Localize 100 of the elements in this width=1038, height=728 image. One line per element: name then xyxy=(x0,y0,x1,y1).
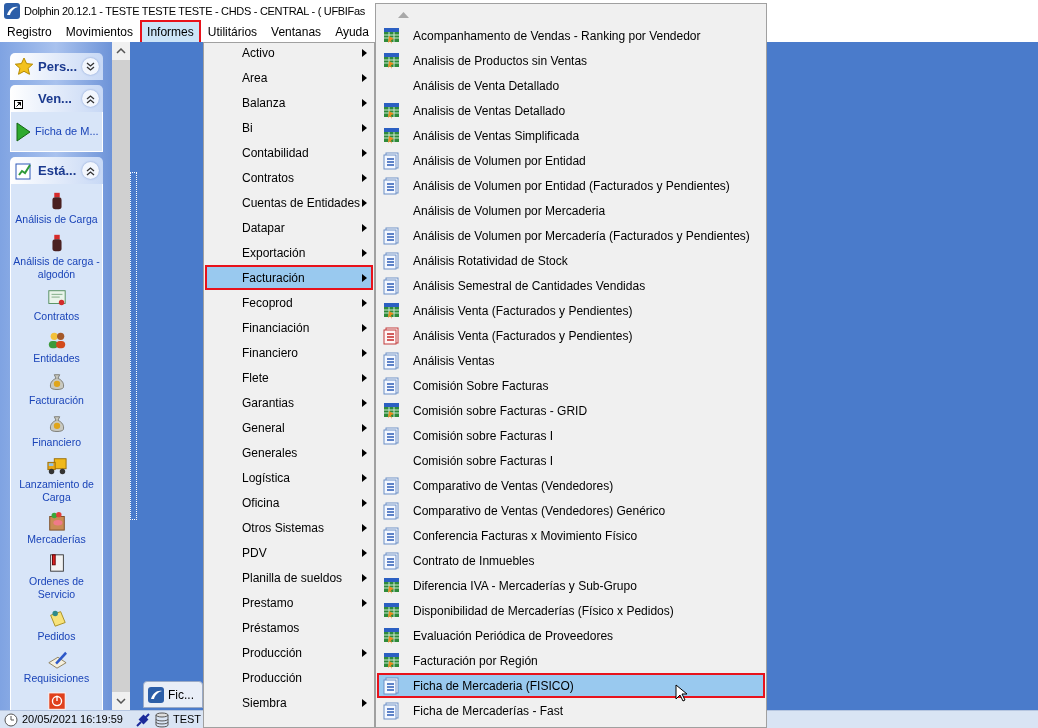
menu-item[interactable]: Registro xyxy=(0,20,59,44)
menu-item[interactable]: Activo xyxy=(205,43,373,65)
menu-item[interactable]: Contrato de Inmuebles xyxy=(377,548,765,573)
menu-item[interactable]: PDV xyxy=(205,540,373,565)
menu-item[interactable]: General xyxy=(205,415,373,440)
menu-item[interactable]: Prestamo xyxy=(205,590,373,615)
menu-item[interactable]: Facturación por Región xyxy=(377,648,765,673)
shortcut-link[interactable]: Ordenes de Servicio xyxy=(11,575,102,601)
submenu-arrow-icon xyxy=(362,473,367,482)
taskbar-button[interactable]: Fic... xyxy=(143,681,203,708)
menu-item[interactable]: Comisión Sobre Facturas xyxy=(377,373,765,398)
submenu-arrow-icon xyxy=(362,598,367,607)
splitter-handle[interactable] xyxy=(130,172,137,520)
shortcut-link[interactable]: Financiero xyxy=(11,436,102,449)
menu-item[interactable]: Analisis de Productos sin Ventas xyxy=(377,48,765,73)
menu-item[interactable]: Comisión sobre Facturas - GRID xyxy=(377,398,765,423)
menu-item[interactable]: Flete xyxy=(205,365,373,390)
menu-item[interactable]: Comparativo de Ventas (Vendedores) xyxy=(377,473,765,498)
menu-item[interactable]: Préstamos xyxy=(205,615,373,640)
menu-item[interactable]: Análisis Semestral de Cantidades Vendidas xyxy=(377,273,765,298)
menu-item[interactable]: Comisión sobre Facturas I xyxy=(377,448,765,473)
panel-header[interactable]: Está... xyxy=(10,157,103,184)
panel-header[interactable]: Pers... xyxy=(10,53,103,80)
shortcut-link[interactable]: Contratos xyxy=(11,310,102,323)
menu-item[interactable]: Siembra xyxy=(205,690,373,715)
report-icon xyxy=(383,151,401,170)
menu-item[interactable]: Generales xyxy=(205,440,373,465)
shortcut-link[interactable]: Facturación xyxy=(11,394,102,407)
grid-report-icon xyxy=(383,51,401,70)
shortcut-link[interactable]: Análisis de carga - algodón xyxy=(11,255,102,281)
menu-item[interactable]: Oficina xyxy=(205,490,373,515)
status-datetime: 20/05/2021 16:19:59 xyxy=(22,712,123,728)
grid-report-icon xyxy=(383,651,401,670)
menu-item[interactable]: Análisis de Volumen por Entidad (Facturados y Pendientes) xyxy=(377,173,765,198)
menu-item[interactable]: Bi xyxy=(205,115,373,140)
menu-item[interactable]: Fecoprod xyxy=(205,290,373,315)
shortcut-link[interactable]: Pedidos xyxy=(11,630,102,643)
menu-item[interactable]: Area xyxy=(205,65,373,90)
menu-item[interactable]: Ayuda xyxy=(328,20,376,44)
menu-item[interactable]: Diferencia IVA - Mercaderías y Sub-Grupo xyxy=(377,573,765,598)
menu-item[interactable]: Financiero xyxy=(205,340,373,365)
scrollbar[interactable] xyxy=(112,42,130,710)
window-title: Dolphin 20.12.1 - TESTE TESTE TESTE - CHDS - CENTRAL - ( UFBIFas xyxy=(24,3,366,19)
shortcut-link[interactable]: Mercaderías xyxy=(11,533,102,546)
menu-item[interactable]: Análisis de Volumen por Mercaderia xyxy=(377,198,765,223)
menu-item[interactable]: Ventanas xyxy=(264,20,329,44)
submenu-arrow-icon xyxy=(362,273,367,282)
shortcut-link[interactable]: Entidades xyxy=(11,352,102,365)
menu-item[interactable]: Análisis Ventas xyxy=(377,348,765,373)
menu-item[interactable]: Exportación xyxy=(205,240,373,265)
menu-item[interactable]: Planilla de sueldos xyxy=(205,565,373,590)
shortcut-link[interactable]: Requisiciones xyxy=(11,672,102,685)
plug-icon xyxy=(134,711,151,728)
menu-item[interactable]: Logística xyxy=(205,465,373,490)
menu-item[interactable]: Acompanhamento de Vendas - Ranking por Vendedor xyxy=(377,23,765,48)
menu-item[interactable]: Producción xyxy=(205,640,373,665)
report-icon xyxy=(383,551,401,570)
submenu-arrow-icon xyxy=(362,223,367,232)
menu-item[interactable]: Contratos xyxy=(205,165,373,190)
report-chart-icon xyxy=(14,160,34,181)
report-icon xyxy=(383,351,401,370)
menu-item[interactable]: Ficha de Mercaderías - Fast xyxy=(377,698,765,723)
menu-item[interactable]: Análisis Rotatividad de Stock xyxy=(377,248,765,273)
menu-item[interactable]: Conferencia Facturas x Movimiento Físico xyxy=(377,523,765,548)
menu-item[interactable]: Contabilidad xyxy=(205,140,373,165)
report-icon xyxy=(383,326,401,345)
app-logo-icon xyxy=(148,686,164,703)
menu-item[interactable]: Ficha de Mercaderia (FISICO) xyxy=(377,673,765,698)
report-icon xyxy=(383,501,401,520)
menu-item[interactable]: Otros Sistemas xyxy=(205,515,373,540)
menu-item[interactable]: Producción xyxy=(205,665,373,690)
menu-item[interactable]: Balanza xyxy=(205,90,373,115)
menu-item[interactable]: Evaluación Periódica de Proveedores xyxy=(377,623,765,648)
shortcut-link[interactable]: Análisis de Carga xyxy=(11,213,102,226)
menu-item[interactable]: Análisis de Venta Detallado xyxy=(377,73,765,98)
menu-item[interactable]: Datapar xyxy=(205,215,373,240)
menu-item[interactable]: Comisión sobre Facturas I xyxy=(377,423,765,448)
submenu-arrow-icon xyxy=(362,173,367,182)
menu-item[interactable]: Garantias xyxy=(205,390,373,415)
menu-item[interactable]: Análisis de Volumen por Mercadería (Facturados y Pendientes) xyxy=(377,223,765,248)
menu-item[interactable]: Análisis de Volumen por Entidad xyxy=(377,148,765,173)
panel-header[interactable]: Ven... xyxy=(10,85,103,112)
shortcut-link[interactable]: Lanzamiento de Carga xyxy=(11,478,102,504)
menu-item[interactable]: Análisis Venta (Facturados y Pendientes) xyxy=(377,298,765,323)
menu-item[interactable]: Cuentas de Entidades xyxy=(205,190,373,215)
menu-item[interactable]: Comparativo de Ventas (Vendedores) Genérico xyxy=(377,498,765,523)
submenu-arrow-icon xyxy=(362,373,367,382)
menu-item[interactable]: Informes xyxy=(140,20,201,44)
menu-item[interactable]: Análisis Venta (Facturados y Pendientes) xyxy=(377,323,765,348)
mouse-cursor-icon xyxy=(675,684,687,702)
menu-item[interactable]: Financiación xyxy=(205,315,373,340)
menu-item[interactable]: Utilitários xyxy=(200,20,265,44)
menu-item[interactable]: Movimientos xyxy=(58,20,141,44)
menu-item[interactable]: Facturación xyxy=(205,265,373,290)
panel-title: Ven... xyxy=(38,89,73,108)
grid-report-icon xyxy=(383,626,401,645)
grid-report-icon xyxy=(383,26,401,45)
menu-item[interactable]: Analisis de Ventas Detallado xyxy=(377,98,765,123)
menu-item[interactable]: Disponibilidad de Mercaderías (Físico x Pedidos) xyxy=(377,598,765,623)
menu-item[interactable]: Análisis de Ventas Simplificada xyxy=(377,123,765,148)
